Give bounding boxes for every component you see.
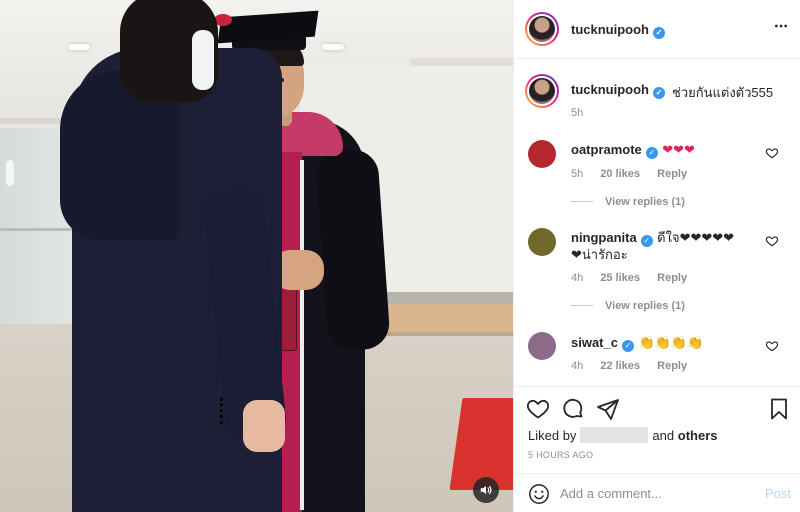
comment-body: oatpramote ✓ ❤❤❤ — [571, 141, 695, 159]
comment-username[interactable]: oatpramote — [571, 142, 642, 157]
post-side-panel: tucknuipooh ✓ tucknuipooh ✓ ช่วยกันแต่งตัว… — [513, 0, 800, 512]
verified-badge-icon: ✓ — [653, 87, 665, 99]
avatar-image — [529, 16, 555, 42]
header-username-text: tucknuipooh — [571, 22, 649, 37]
caption-username[interactable]: tucknuipooh ✓ — [571, 82, 665, 99]
avatar-image — [529, 78, 555, 104]
add-comment-row: Post — [514, 473, 800, 512]
header-avatar[interactable] — [525, 12, 559, 46]
header-username[interactable]: tucknuipooh ✓ — [571, 22, 665, 39]
comment-heart-icon[interactable] — [765, 339, 779, 353]
comment-avatar[interactable] — [528, 228, 556, 256]
post-actions: Liked by and others 5 HOURS AGO Post — [514, 386, 800, 512]
more-options-button[interactable] — [770, 18, 792, 40]
post-header: tucknuipooh ✓ — [514, 0, 800, 59]
view-replies-button[interactable]: View replies (1) — [571, 196, 685, 208]
volume-icon — [480, 485, 492, 495]
comment-heart-icon[interactable] — [765, 146, 779, 160]
man-hand — [243, 400, 285, 452]
reply-button[interactable]: Reply — [657, 168, 687, 180]
sleeve-buttons — [220, 398, 228, 424]
caption-username-text: tucknuipooh — [571, 82, 649, 97]
comment-meta: 4h 25 likes Reply — [571, 272, 701, 284]
comment-username[interactable]: siwat_c — [571, 335, 618, 350]
face-mask-strap — [192, 30, 214, 90]
bookmark-icon[interactable] — [767, 397, 791, 421]
comment-body: siwat_c ✓ 👏👏👏👏 — [571, 334, 703, 352]
reply-button[interactable]: Reply — [657, 360, 687, 372]
liked-by-line: Liked by and others — [528, 427, 717, 443]
comment-text: ดีใจ❤❤❤❤❤ — [657, 230, 735, 245]
comment-likes[interactable]: 25 likes — [600, 272, 640, 284]
comment-text-line2: ❤น่ารักอะ — [571, 247, 628, 262]
comment-time: 5h — [571, 168, 584, 180]
verified-badge-icon: ✓ — [621, 340, 634, 352]
share-icon[interactable] — [596, 397, 620, 421]
comment-meta: 4h 22 likes Reply — [571, 360, 701, 372]
comment-time: 4h — [571, 272, 584, 284]
view-replies-label: View replies (1) — [605, 300, 685, 312]
comment-body: ningpanita ✓ ดีใจ❤❤❤❤❤ ❤น่ารักอะ — [571, 230, 771, 263]
post-media[interactable] — [0, 0, 513, 512]
comment-text: ❤❤❤ — [662, 142, 695, 157]
reply-button[interactable]: Reply — [657, 272, 687, 284]
comment-likes[interactable]: 22 likes — [600, 360, 640, 372]
add-comment-input[interactable] — [560, 482, 750, 504]
liked-by-and: and — [652, 428, 675, 443]
emoji-icon[interactable] — [528, 483, 550, 505]
glass-rail — [0, 228, 78, 231]
comment-icon[interactable] — [561, 397, 585, 421]
comment-meta: 5h 20 likes Reply — [571, 168, 701, 180]
comment-avatar[interactable] — [528, 332, 556, 360]
comment-avatar[interactable] — [528, 140, 556, 168]
wall-lamp — [6, 160, 14, 186]
liked-by-others-link[interactable]: others — [678, 428, 718, 443]
comment-username[interactable]: ningpanita — [571, 230, 637, 245]
more-icon — [775, 24, 787, 28]
caption-avatar[interactable] — [525, 74, 559, 108]
gown-stripe — [300, 160, 304, 510]
post-comment-button[interactable]: Post — [765, 486, 791, 501]
comment-heart-icon[interactable] — [765, 234, 779, 248]
verified-badge-icon: ✓ — [645, 147, 658, 159]
liked-by-prefix: Liked by — [528, 428, 577, 443]
heart-icon[interactable] — [526, 397, 550, 421]
post-timestamp: 5 HOURS AGO — [528, 450, 594, 460]
replies-divider — [571, 305, 593, 306]
redacted-username — [580, 427, 649, 443]
caption-text: ช่วยกันแต่งตัว555 — [672, 85, 774, 100]
replies-divider — [571, 201, 593, 202]
verified-badge-icon: ✓ — [640, 235, 653, 247]
comment-text: 👏👏👏👏 — [638, 335, 704, 350]
verified-badge-icon: ✓ — [653, 27, 665, 39]
ceiling-light — [68, 44, 90, 50]
view-replies-button[interactable]: View replies (1) — [571, 300, 685, 312]
comment-likes[interactable]: 20 likes — [600, 168, 640, 180]
caption-time: 5h — [571, 107, 584, 119]
view-replies-label: View replies (1) — [605, 196, 685, 208]
ceiling-light — [322, 44, 344, 50]
comment-time: 4h — [571, 360, 584, 372]
volume-button[interactable] — [473, 477, 499, 503]
